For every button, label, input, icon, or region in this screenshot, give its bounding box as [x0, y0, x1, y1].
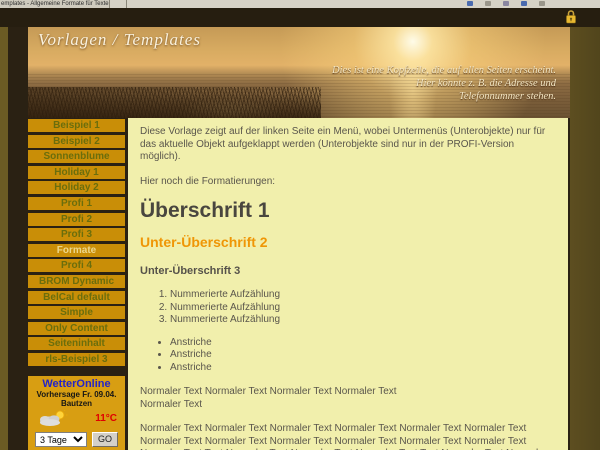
weather-city: Bautzen — [28, 399, 125, 408]
heading-1: Überschrift 1 — [140, 200, 556, 222]
numbered-list-item: Nummerierte Aufzählung — [170, 314, 556, 327]
sidebar-item-beispiel-1[interactable]: Beispiel 1 — [28, 119, 125, 132]
sidebar-item-holiday-2[interactable]: Holiday 2 — [28, 181, 125, 194]
header-tagline: Dies ist eine Kopfzeile, die auf allen S… — [332, 64, 556, 103]
sidebar-item-profi-3[interactable]: Profi 3 — [28, 228, 125, 241]
numbered-list-item: Nummerierte Aufzählung — [170, 302, 556, 315]
weather-forecast-label: Vorhersage Fr. 09.04. — [28, 390, 125, 399]
top-bar — [0, 8, 600, 27]
page-title: Vorlagen / Templates — [38, 30, 201, 50]
bullet-list-item: Anstriche — [170, 362, 556, 375]
sidebar-item-profi-4[interactable]: Profi 4 — [28, 259, 125, 272]
wetteronline-logo[interactable]: WetterOnline — [28, 378, 125, 390]
heading-2: Unter-Überschrift 2 — [140, 236, 556, 249]
sidebar-item-seiteninhalt[interactable]: Seiteninhalt — [28, 337, 125, 350]
sidebar-item-simple[interactable]: Simple — [28, 306, 125, 319]
sidebar-item-profi-2[interactable]: Profi 2 — [28, 213, 125, 226]
sidebar-item-sonnenblume[interactable]: Sonnenblume — [28, 150, 125, 163]
browser-toolbar-icon[interactable] — [503, 1, 509, 6]
sidebar-item-only-content[interactable]: Only Content — [28, 322, 125, 335]
header-tagline-line: Dies ist eine Kopfzeile, die auf allen S… — [332, 64, 556, 77]
sidebar-item-profi-1[interactable]: Profi 1 — [28, 197, 125, 210]
numbered-list-item: Nummerierte Aufzählung — [170, 289, 556, 302]
normal-text-long: Normaler Text Normaler Text Normaler Tex… — [140, 423, 556, 450]
sidebar-item-belcal-default[interactable]: BelCal default — [28, 291, 125, 304]
weather-go-button[interactable]: GO — [92, 432, 118, 447]
main-content: Diese Vorlage zeigt auf der linken Seite… — [128, 118, 568, 450]
sidebar-menu: Beispiel 1 Beispiel 2 Sonnenblume Holida… — [28, 119, 125, 366]
bullet-list: Anstriche Anstriche Anstriche — [170, 337, 556, 375]
browser-toolbar-icon[interactable] — [467, 1, 473, 6]
sidebar-item-formate[interactable]: Formate — [28, 244, 125, 257]
weather-widget: WetterOnline Vorhersage Fr. 09.04. Bautz… — [28, 376, 125, 450]
temperature-value: 11°C — [95, 413, 117, 424]
page-left-margin — [0, 27, 8, 450]
browser-toolbar-icon[interactable] — [539, 1, 545, 6]
padlock-icon — [565, 9, 577, 25]
sidebar-item-brom-dynamic[interactable]: BROM Dynamic — [28, 275, 125, 288]
heading-3: Unter-Überschrift 3 — [140, 265, 556, 278]
browser-toolbar-icon[interactable] — [521, 1, 527, 6]
browser-toolbar — [467, 1, 545, 6]
partly-cloudy-icon — [36, 410, 70, 427]
browser-toolbar-icon[interactable] — [485, 1, 491, 6]
header-tagline-line: Telefonnummer stehen. — [332, 90, 556, 103]
header-sunset-image: Vorlagen / Templates Dies ist eine Kopfz… — [28, 27, 570, 118]
bullet-list-item: Anstriche — [170, 337, 556, 350]
forecast-range-select[interactable]: 3 Tage — [35, 432, 87, 447]
formats-label: Hier noch die Formatierungen: — [140, 176, 556, 189]
sidebar-item-holiday-1[interactable]: Holiday 1 — [28, 166, 125, 179]
sidebar-item-beispiel-2[interactable]: Beispiel 2 — [28, 135, 125, 148]
header-tagline-line: Hier könnte z. B. die Adresse und — [332, 77, 556, 90]
page-frame: Vorlagen / Templates Dies ist eine Kopfz… — [8, 27, 570, 450]
bullet-list-item: Anstriche — [170, 349, 556, 362]
normal-text-short: Normaler Text Normaler Text Normaler Tex… — [140, 386, 556, 411]
browser-tab-stub[interactable] — [110, 0, 127, 8]
sidebar-item-rls-beispiel-3[interactable]: rls-Beispiel 3 — [28, 353, 125, 366]
page-right-margin — [570, 27, 600, 450]
browser-chrome: emplates - Allgemeine Formate für Texte … — [0, 0, 600, 8]
browser-tab[interactable]: emplates - Allgemeine Formate für Texte … — [0, 0, 110, 8]
numbered-list: Nummerierte Aufzählung Nummerierte Aufzä… — [170, 289, 556, 327]
intro-paragraph: Diese Vorlage zeigt auf der linken Seite… — [140, 126, 556, 164]
